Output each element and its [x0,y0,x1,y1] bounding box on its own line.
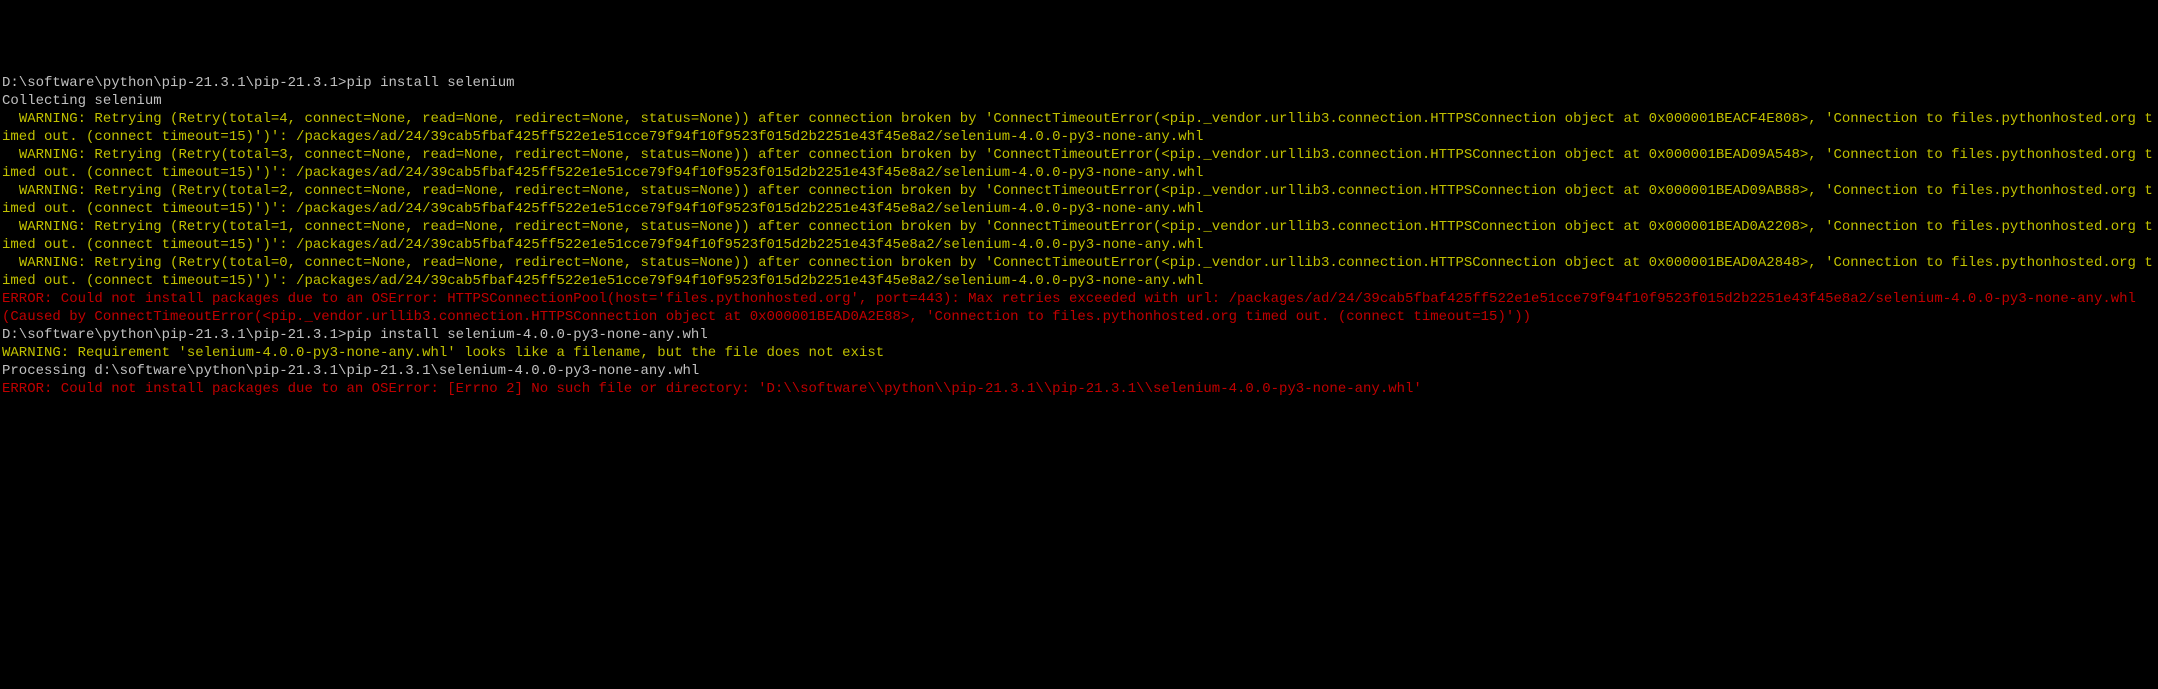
command-1: pip install selenium [346,75,514,91]
terminal-output[interactable]: D:\software\python\pip-21.3.1\pip-21.3.1… [2,74,2156,398]
warning-retry-0: WARNING: Retrying (Retry(total=0, connec… [2,254,2156,290]
warning-filename: WARNING: Requirement 'selenium-4.0.0-py3… [2,344,2156,362]
processing-line: Processing d:\software\python\pip-21.3.1… [2,362,2156,380]
warning-retry-4: WARNING: Retrying (Retry(total=4, connec… [2,110,2156,146]
command-line-2: D:\software\python\pip-21.3.1\pip-21.3.1… [2,326,2156,344]
error-oserror-2: ERROR: Could not install packages due to… [2,380,2156,398]
warning-retry-3: WARNING: Retrying (Retry(total=3, connec… [2,146,2156,182]
prompt-2: D:\software\python\pip-21.3.1\pip-21.3.1… [2,327,346,343]
warning-retry-1: WARNING: Retrying (Retry(total=1, connec… [2,218,2156,254]
warning-retry-2: WARNING: Retrying (Retry(total=2, connec… [2,182,2156,218]
command-2: pip install selenium-4.0.0-py3-none-any.… [346,327,707,343]
error-oserror-1: ERROR: Could not install packages due to… [2,290,2156,326]
command-line-1: D:\software\python\pip-21.3.1\pip-21.3.1… [2,74,2156,92]
collecting-line: Collecting selenium [2,92,2156,110]
prompt-1: D:\software\python\pip-21.3.1\pip-21.3.1… [2,75,346,91]
